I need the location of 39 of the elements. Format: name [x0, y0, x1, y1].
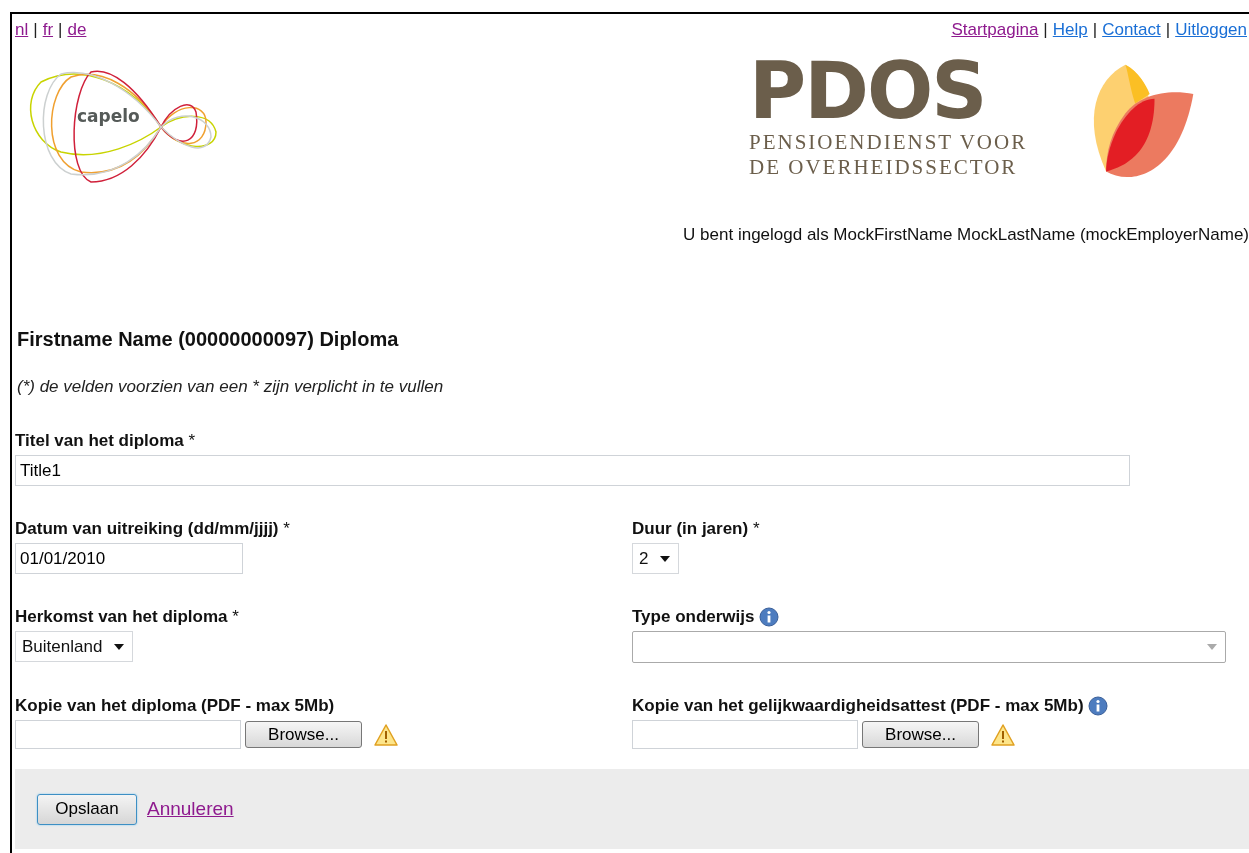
- dropdown[interactable]: [632, 631, 1226, 663]
- dropdown[interactable]: Buitenland: [15, 631, 134, 662]
- separator: |: [1165, 20, 1171, 40]
- caret-icon: [660, 555, 671, 562]
- field-label: Duur (in jaren)*: [632, 519, 760, 539]
- file-field[interactable]: [632, 720, 858, 749]
- separator: |: [1092, 20, 1098, 40]
- separator: |: [33, 20, 38, 40]
- info-icon[interactable]: [758, 607, 779, 627]
- separator: |: [1043, 20, 1048, 40]
- cancel-link[interactable]: Annuleren: [147, 798, 234, 820]
- pdos-logo: PDOS PENSIOENDIENST VOOR DE OVERHEIDSSECTOR: [749, 52, 1028, 180]
- nav-link[interactable]: Startpagina: [951, 20, 1039, 40]
- info-icon[interactable]: [1087, 696, 1108, 716]
- browse-button[interactable]: Browse...: [862, 721, 979, 748]
- caret-icon: [1207, 644, 1217, 650]
- language-link[interactable]: de: [67, 20, 87, 40]
- caret-icon: [114, 643, 125, 650]
- input-field[interactable]: Title1: [15, 455, 1130, 486]
- field-label: Titel van het diploma*: [15, 431, 196, 451]
- field-label: Herkomst van het diploma*: [15, 607, 239, 627]
- field-label: Datum van uitreiking (dd/mm/jjjj)*: [15, 519, 290, 539]
- nav-link[interactable]: Help: [1052, 20, 1088, 40]
- separator: |: [58, 20, 63, 40]
- input-field[interactable]: 01/01/2010: [15, 543, 243, 574]
- file-field[interactable]: [15, 720, 241, 749]
- dropdown[interactable]: 2: [632, 543, 680, 574]
- browse-button[interactable]: Browse...: [245, 721, 362, 748]
- required-note: (*) de velden voorzien van een * zijn verplicht in te vullen: [17, 377, 445, 397]
- login-status: U bent ingelogd als MockFirstName MockLastName (mockEmployerName): [682, 225, 1249, 245]
- field-label: Kopie van het diploma (PDF - max 5Mb): [15, 696, 335, 716]
- field-label: Kopie van het gelijkwaardigheidsattest (PDF - max 5Mb): [632, 696, 1084, 716]
- language-link[interactable]: nl: [15, 20, 29, 40]
- language-link[interactable]: fr: [42, 20, 54, 40]
- form-title: Firstname Name (00000000097) Diploma: [17, 328, 400, 351]
- nav-link[interactable]: Contact: [1102, 20, 1161, 40]
- field-label: Type onderwijs: [632, 607, 755, 627]
- nav-link[interactable]: Uitloggen: [1175, 20, 1247, 40]
- save-button[interactable]: Opslaan: [37, 793, 137, 825]
